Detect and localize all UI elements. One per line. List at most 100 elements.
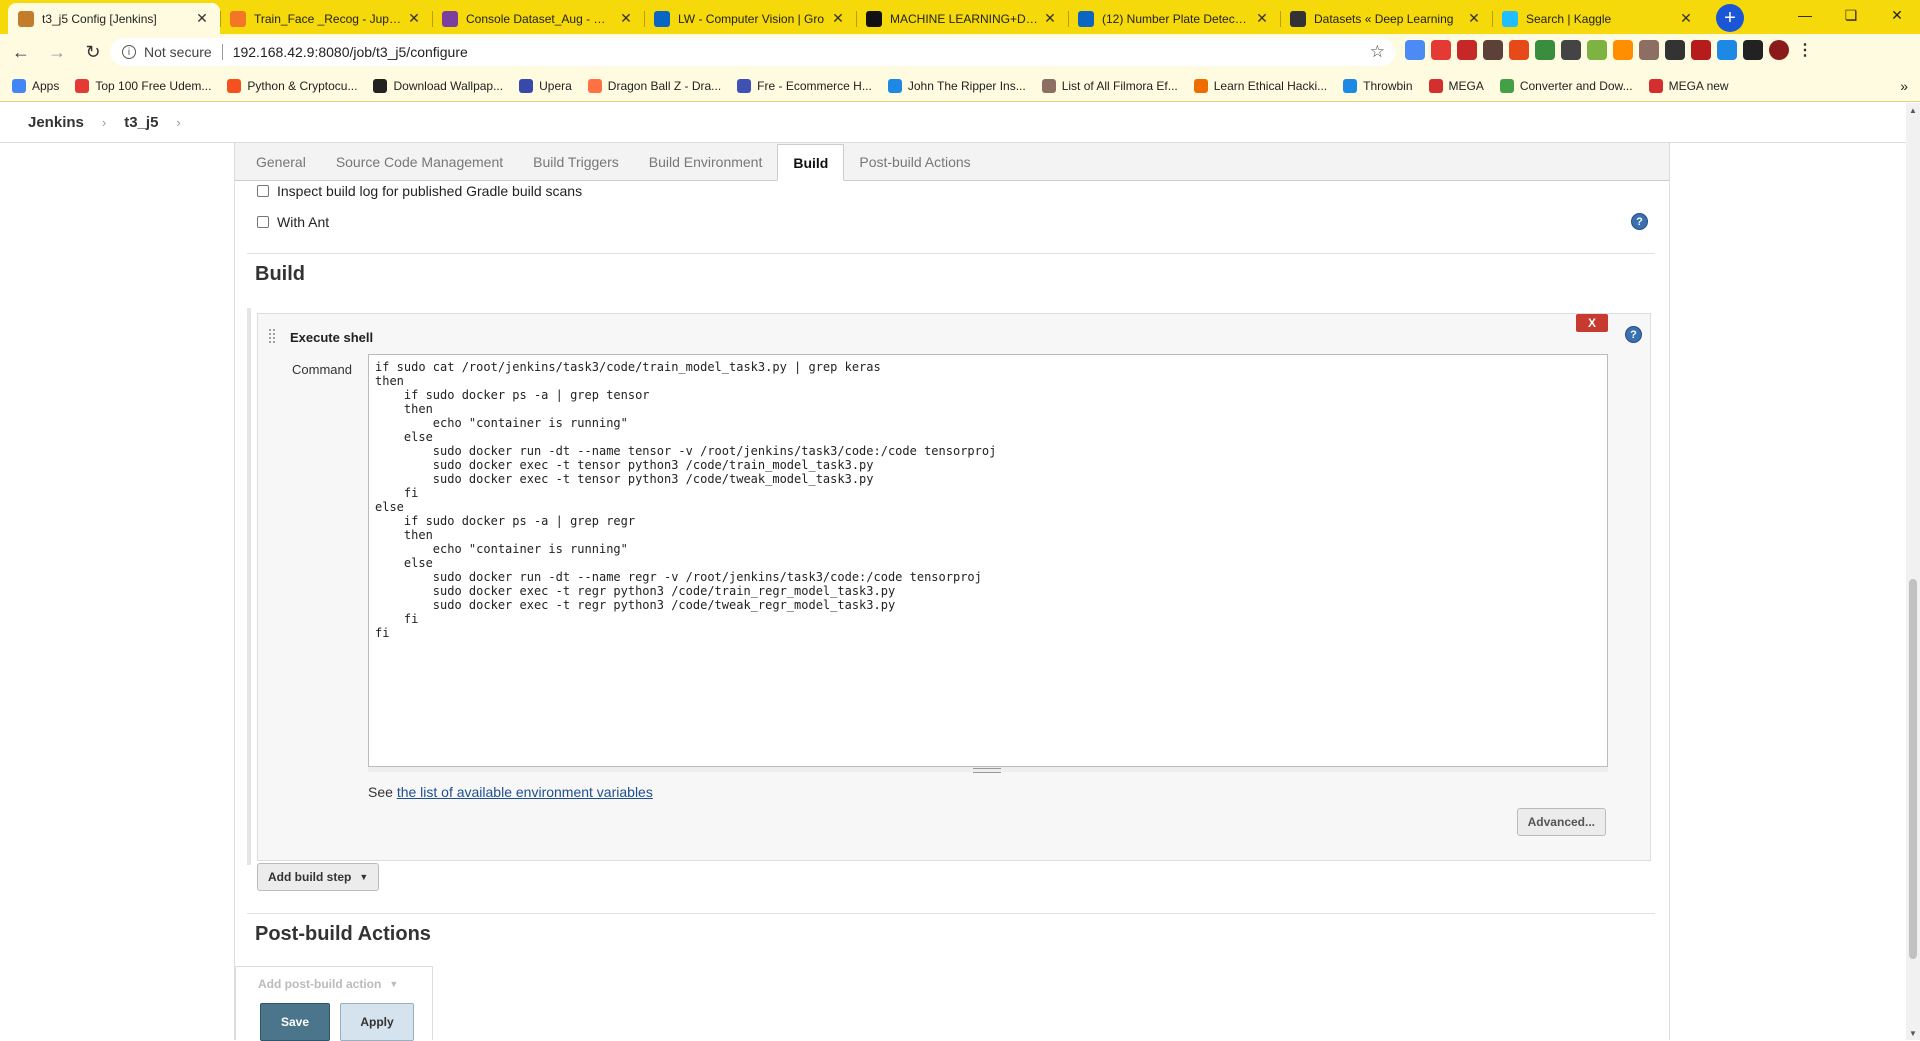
new-tab-button[interactable]: + xyxy=(1716,4,1744,32)
extension-icon[interactable] xyxy=(1639,40,1659,60)
info-icon[interactable]: i xyxy=(122,45,136,59)
extension-icon[interactable] xyxy=(1431,40,1451,60)
browser-tab[interactable]: LW - Computer Vision | Gro ✕ xyxy=(644,3,856,34)
with-ant-checkbox-row[interactable]: With Ant xyxy=(257,214,329,230)
button-label: Add post-build action xyxy=(258,977,382,991)
bookmark-item[interactable]: Apps xyxy=(12,78,59,93)
config-tab-build-triggers[interactable]: Build Triggers xyxy=(518,143,634,180)
url-text[interactable]: 192.168.42.9:8080/job/t3_j5/configure xyxy=(233,44,468,60)
add-post-build-action-button[interactable]: Add post-build action ▼ xyxy=(258,977,398,991)
browser-tab[interactable]: Console Dataset_Aug - Data ✕ xyxy=(432,3,644,34)
scrollbar-thumb[interactable] xyxy=(1909,579,1917,959)
menu-kebab-icon[interactable]: ⋮ xyxy=(1795,40,1815,60)
bookmark-item[interactable]: Learn Ethical Hacki... xyxy=(1193,78,1328,93)
bookmark-label: Learn Ethical Hacki... xyxy=(1213,78,1328,93)
textarea-resize-handle[interactable] xyxy=(368,766,1608,773)
close-tab-icon[interactable]: ✕ xyxy=(1678,10,1694,27)
advanced-button[interactable]: Advanced... xyxy=(1516,808,1606,836)
bookmark-item[interactable]: John The Ripper Ins... xyxy=(887,78,1026,93)
reload-icon[interactable]: ↻ xyxy=(78,37,108,67)
bookmark-item[interactable]: MEGA xyxy=(1428,78,1484,93)
delete-step-button[interactable]: X xyxy=(1576,314,1608,332)
extension-icon[interactable] xyxy=(1691,40,1711,60)
avatar[interactable] xyxy=(1769,40,1789,60)
build-section-title: Build xyxy=(255,263,305,285)
config-tab-build-environment[interactable]: Build Environment xyxy=(634,143,778,180)
extension-icon[interactable] xyxy=(1613,40,1633,60)
config-tab-source-code-management[interactable]: Source Code Management xyxy=(321,143,518,180)
config-tab-general[interactable]: General xyxy=(241,143,321,180)
close-tab-icon[interactable]: ✕ xyxy=(194,10,210,27)
add-build-step-button[interactable]: Add build step ▼ xyxy=(257,863,380,891)
extension-icon[interactable] xyxy=(1561,40,1581,60)
bookmark-item[interactable]: List of All Filmora Ef... xyxy=(1041,78,1178,93)
tab-title: LW - Computer Vision | Gro xyxy=(678,11,825,26)
chevron-right-icon[interactable]: › xyxy=(176,115,180,130)
maximize-icon[interactable]: ❏ xyxy=(1828,0,1874,30)
chevron-right-icon[interactable]: › xyxy=(102,115,106,130)
browser-tab[interactable]: Search | Kaggle ✕ xyxy=(1492,3,1704,34)
apply-button[interactable]: Apply xyxy=(340,1003,414,1041)
breadcrumb-job[interactable]: t3_j5 xyxy=(124,114,158,131)
scroll-down-icon[interactable]: ▼ xyxy=(1906,1026,1920,1040)
bookmark-item[interactable]: MEGA new xyxy=(1648,78,1729,93)
bookmark-label: MEGA new xyxy=(1668,78,1729,93)
divider xyxy=(247,253,1655,254)
bookmark-label: Dragon Ball Z - Dra... xyxy=(607,78,722,93)
scroll-up-icon[interactable]: ▲ xyxy=(1906,103,1920,117)
puzzle-icon[interactable] xyxy=(1743,40,1763,60)
browser-tab[interactable]: (12) Number Plate Detection ✕ xyxy=(1068,3,1280,34)
env-vars-link[interactable]: the list of available environment variab… xyxy=(397,784,653,800)
close-tab-icon[interactable]: ✕ xyxy=(406,10,422,27)
extension-icon[interactable] xyxy=(1509,40,1529,60)
bookmark-item[interactable]: Converter and Dow... xyxy=(1499,78,1633,93)
extension-icon[interactable] xyxy=(1535,40,1555,60)
drag-handle-icon[interactable] xyxy=(268,328,276,344)
caret-down-icon: ▼ xyxy=(389,979,399,989)
forward-icon[interactable]: → xyxy=(42,37,72,67)
address-bar[interactable]: i Not secure 192.168.42.9:8080/job/t3_j5… xyxy=(110,38,1395,66)
breadcrumb-jenkins[interactable]: Jenkins xyxy=(28,114,84,131)
extension-icon[interactable] xyxy=(1717,40,1737,60)
extension-icon[interactable] xyxy=(1405,40,1425,60)
close-tab-icon[interactable]: ✕ xyxy=(830,10,846,27)
browser-tab[interactable]: t3_j5 Config [Jenkins] ✕ xyxy=(8,3,220,34)
command-textarea[interactable]: if sudo cat /root/jenkins/task3/code/tra… xyxy=(368,354,1608,770)
close-tab-icon[interactable]: ✕ xyxy=(618,10,634,27)
minimize-icon[interactable]: — xyxy=(1782,0,1828,30)
bookmark-star-icon[interactable]: ☆ xyxy=(1370,42,1385,62)
bookmark-favicon-icon xyxy=(737,78,752,93)
bookmark-item[interactable]: Throwbin xyxy=(1343,78,1413,93)
close-window-icon[interactable]: ✕ xyxy=(1874,0,1920,30)
back-icon[interactable]: ← xyxy=(6,37,36,67)
extension-icon[interactable] xyxy=(1587,40,1607,60)
bookmark-item[interactable]: Python & Cryptocu... xyxy=(227,78,357,93)
bookmark-item[interactable]: Fre - Ecommerce H... xyxy=(737,78,872,93)
bookmark-favicon-icon xyxy=(1428,78,1443,93)
bookmark-favicon-icon xyxy=(373,78,388,93)
gradle-scan-checkbox-row[interactable]: Inspect build log for published Gradle b… xyxy=(257,183,582,199)
close-tab-icon[interactable]: ✕ xyxy=(1466,10,1482,27)
extension-icon[interactable] xyxy=(1483,40,1503,60)
bookmark-item[interactable]: Upera xyxy=(519,78,572,93)
config-tab-build[interactable]: Build xyxy=(777,144,845,181)
checkbox[interactable] xyxy=(257,185,269,197)
extension-icon[interactable] xyxy=(1665,40,1685,60)
bookmark-item[interactable]: Dragon Ball Z - Dra... xyxy=(587,78,722,93)
browser-tab[interactable]: Train_Face _Recog - Jupyter ✕ xyxy=(220,3,432,34)
extension-icon[interactable] xyxy=(1457,40,1477,60)
config-tabs: General Source Code Management Build Trigg… xyxy=(235,143,1669,181)
help-icon[interactable]: ? xyxy=(1625,326,1642,343)
save-button[interactable]: Save xyxy=(260,1003,330,1041)
config-tab-post-build-actions[interactable]: Post-build Actions xyxy=(844,143,985,180)
help-icon[interactable]: ? xyxy=(1631,213,1648,230)
browser-tab[interactable]: Datasets « Deep Learning ✕ xyxy=(1280,3,1492,34)
more-bookmarks-icon[interactable]: » xyxy=(1900,78,1908,94)
page-scrollbar[interactable]: ▲ ▼ xyxy=(1906,103,1920,1040)
browser-tab[interactable]: MACHINE LEARNING+DEVO ✕ xyxy=(856,3,1068,34)
close-tab-icon[interactable]: ✕ xyxy=(1254,10,1270,27)
close-tab-icon[interactable]: ✕ xyxy=(1042,10,1058,27)
bookmark-item[interactable]: Download Wallpap... xyxy=(373,78,503,93)
bookmark-item[interactable]: Top 100 Free Udem... xyxy=(75,78,211,93)
checkbox[interactable] xyxy=(257,216,269,228)
